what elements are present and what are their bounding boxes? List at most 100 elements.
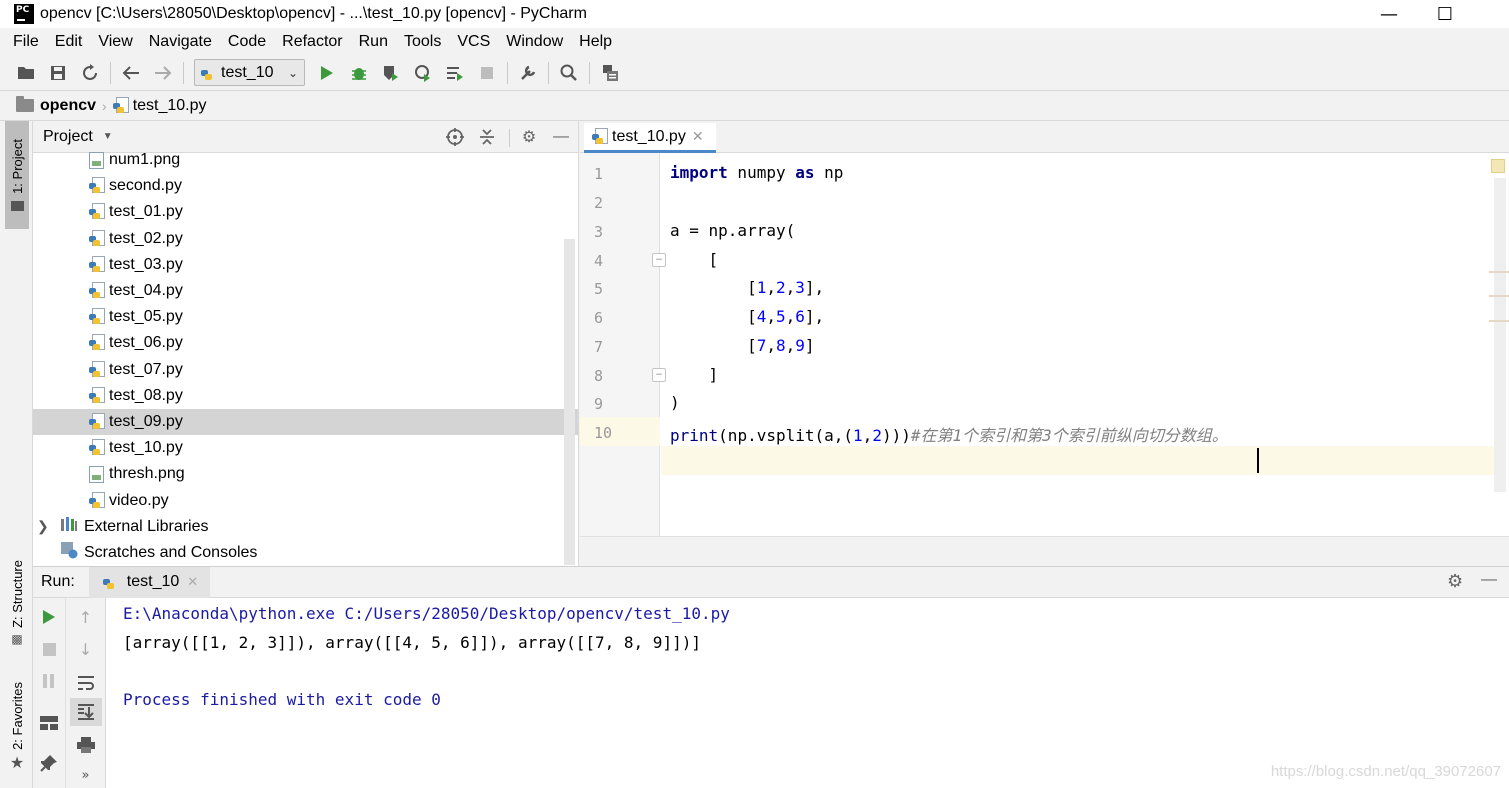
sync-icon[interactable] <box>74 58 106 88</box>
coverage-icon[interactable] <box>375 58 407 88</box>
tree-scratches-label: Scratches and Consoles <box>84 543 258 561</box>
pause-icon[interactable] <box>33 668 65 694</box>
close-button[interactable] <box>1478 0 1509 28</box>
print-icon[interactable] <box>66 732 105 758</box>
breadcrumb-file[interactable]: test_10.py <box>133 97 207 115</box>
python-icon <box>102 573 119 591</box>
stop-icon[interactable] <box>471 58 503 88</box>
tree-file-item[interactable]: video.py <box>33 487 578 513</box>
tree-file-item[interactable]: test_03.py <box>33 252 578 278</box>
forward-icon[interactable] <box>147 58 179 88</box>
python-file-icon <box>592 127 608 146</box>
line-number: 4 <box>594 252 604 270</box>
stop-icon[interactable] <box>33 636 65 662</box>
inspection-status-icon[interactable] <box>1491 159 1505 173</box>
locate-icon[interactable] <box>443 125 467 149</box>
chevron-down-icon[interactable]: ▼ <box>103 131 113 142</box>
tab-structure-label: Z: Structure <box>9 560 25 628</box>
hide-panel-icon[interactable]: — <box>1481 571 1497 589</box>
breadcrumb-project[interactable]: opencv <box>40 97 96 115</box>
tree-file-item[interactable]: thresh.png <box>33 461 578 487</box>
tree-scratches[interactable]: Scratches and Consoles <box>33 540 578 566</box>
tree-file-item[interactable]: second.py <box>33 173 578 199</box>
code-editor[interactable]: import numpy as np a = np.array( [ [1,2,… <box>661 153 1495 536</box>
tree-file-item[interactable]: test_02.py <box>33 226 578 252</box>
maximize-button[interactable]: ☐ <box>1422 0 1468 28</box>
save-icon[interactable] <box>42 58 74 88</box>
profile-icon[interactable] <box>407 58 439 88</box>
back-icon[interactable] <box>115 58 147 88</box>
structure-icon: ▩ <box>11 631 23 646</box>
tree-file-item[interactable]: test_08.py <box>33 383 578 409</box>
tree-file-item[interactable]: test_01.py <box>33 199 578 225</box>
menu-code[interactable]: Code <box>228 33 266 51</box>
tree-file-item[interactable]: test_06.py <box>33 330 578 356</box>
menu-help[interactable]: Help <box>579 33 612 51</box>
tree-external-libraries[interactable]: ❯ External Libraries <box>33 514 578 540</box>
console-line: Process finished with exit code 0 <box>123 690 441 709</box>
line-number: 7 <box>594 338 604 356</box>
gear-icon[interactable]: ⚙ <box>517 125 541 149</box>
debug-icon[interactable] <box>343 58 375 88</box>
python-file-icon <box>89 360 105 379</box>
arrow-up-icon[interactable]: ↑ <box>66 604 105 630</box>
tab-project[interactable]: 1: Project <box>5 121 29 229</box>
close-tab-icon[interactable]: ✕ <box>692 128 704 145</box>
sdk-icon[interactable] <box>594 58 626 88</box>
pin-icon[interactable] <box>33 750 65 776</box>
python-file-icon <box>89 491 105 510</box>
tree-file-item[interactable]: test_04.py <box>33 278 578 304</box>
scroll-to-end-icon[interactable] <box>70 698 102 726</box>
run-panel-header: Run: test_10 ✕ ⚙ — <box>33 566 1509 598</box>
arrow-down-icon[interactable]: ↓ <box>66 636 105 662</box>
tree-file-item[interactable]: test_07.py <box>33 357 578 383</box>
breadcrumb: opencv › test_10.py <box>0 91 1509 121</box>
close-tab-icon[interactable]: ✕ <box>187 574 198 590</box>
scroll-marker <box>1489 295 1509 297</box>
tree-file-label: test_07.py <box>109 360 183 378</box>
tree-file-item[interactable]: test_09.py <box>33 408 578 436</box>
tree-file-item[interactable]: test_10.py <box>33 435 578 461</box>
menu-file[interactable]: File <box>13 33 39 51</box>
gear-icon[interactable]: ⚙ <box>1447 571 1463 592</box>
menu-run[interactable]: Run <box>359 33 388 51</box>
soft-wrap-icon[interactable] <box>66 670 105 696</box>
current-line-highlight <box>661 446 1495 475</box>
tree-file-item[interactable]: num1.png <box>33 147 578 173</box>
tree-file-item[interactable]: test_05.py <box>33 304 578 330</box>
rerun-icon[interactable] <box>33 604 65 630</box>
restore-layout-icon[interactable] <box>33 710 65 736</box>
run-config-dropdown[interactable]: test_10 ⌄ <box>194 59 305 86</box>
python-file-icon <box>201 64 217 82</box>
menu-refactor[interactable]: Refactor <box>282 33 342 51</box>
tab-structure[interactable]: Z: Structure ▩ <box>5 553 29 653</box>
editor-tab[interactable]: test_10.py ✕ <box>584 123 716 153</box>
toolbar-separator <box>110 61 111 84</box>
menu-view[interactable]: View <box>98 33 132 51</box>
run-console[interactable]: E:\Anaconda\python.exe C:/Users/28050/De… <box>106 598 1509 788</box>
wrench-icon[interactable] <box>512 58 544 88</box>
chevron-right-icon[interactable]: ❯ <box>37 518 55 535</box>
collapse-all-icon[interactable] <box>475 125 499 149</box>
open-icon[interactable] <box>10 58 42 88</box>
run-icon[interactable] <box>311 58 343 88</box>
menu-window[interactable]: Window <box>506 33 563 51</box>
concurrency-icon[interactable] <box>439 58 471 88</box>
image-file-icon <box>89 465 104 483</box>
menu-tools[interactable]: Tools <box>404 33 441 51</box>
minimize-button[interactable]: — <box>1366 0 1412 28</box>
editor-area: test_10.py ✕ 1 2 3 4 5 6 7 8 9 10 − − im… <box>580 121 1509 566</box>
search-icon[interactable] <box>553 58 585 88</box>
editor-scrollbar[interactable] <box>1494 178 1506 492</box>
project-scrollbar[interactable] <box>564 239 575 565</box>
menu-edit[interactable]: Edit <box>55 33 83 51</box>
menu-navigate[interactable]: Navigate <box>149 33 212 51</box>
more-icon[interactable]: » <box>66 762 105 788</box>
menu-vcs[interactable]: VCS <box>457 33 490 51</box>
tab-favorites[interactable]: 2: Favorites ★ <box>5 677 29 777</box>
run-tab[interactable]: test_10 ✕ <box>88 566 211 598</box>
project-panel-title[interactable]: Project <box>43 128 93 146</box>
hide-panel-icon[interactable]: — <box>549 125 573 149</box>
run-config-label: test_10 <box>221 63 274 81</box>
editor-footer <box>580 536 1509 566</box>
